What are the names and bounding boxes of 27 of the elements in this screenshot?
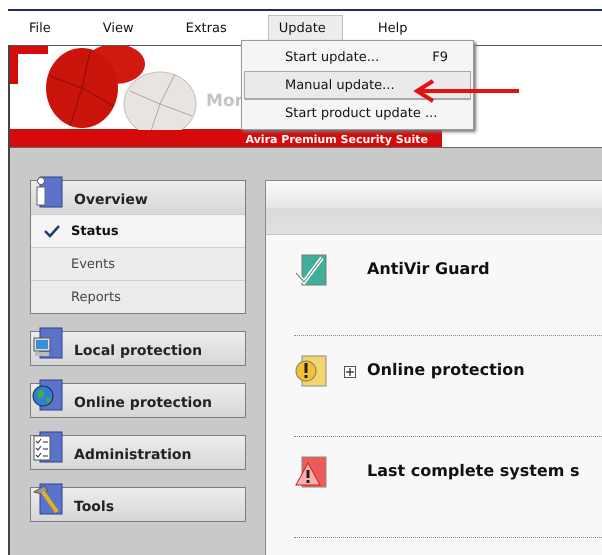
monitor-icon [32,326,64,360]
menu-option-label: Manual update... [285,78,395,92]
expand-icon[interactable] [344,366,356,378]
menu-option[interactable]: Start product update ... [244,99,471,127]
menu-item[interactable]: Update [268,14,343,42]
menu-item[interactable]: Help [366,14,424,42]
globe-icon [32,378,64,412]
product-name: Avira Premium Security Suite [246,133,429,147]
menu-item[interactable]: View [92,14,151,42]
status-label: AntiVir Guard [367,259,490,278]
checklist-icon [32,430,64,464]
menu-option-label: Start update... [285,50,380,64]
warning-status-icon [294,354,328,388]
status-label: Online protection [367,360,525,379]
menu-option[interactable]: Start update... F9 [244,43,471,71]
menu-option[interactable]: Manual update... [244,71,471,99]
banner-tagline: Mor [206,91,243,111]
check-status-icon [294,253,328,287]
menu-item[interactable]: Extras [174,14,244,42]
check-icon [43,224,61,238]
menu-item[interactable]: File [18,14,68,42]
error-status-icon [294,455,328,489]
hammer-icon [32,482,64,516]
menu-option-label: Start product update ... [285,106,438,120]
shortcut-label: F9 [432,50,448,64]
nav-item[interactable]: Status [31,214,245,247]
status-label: Last complete system s [367,461,580,480]
